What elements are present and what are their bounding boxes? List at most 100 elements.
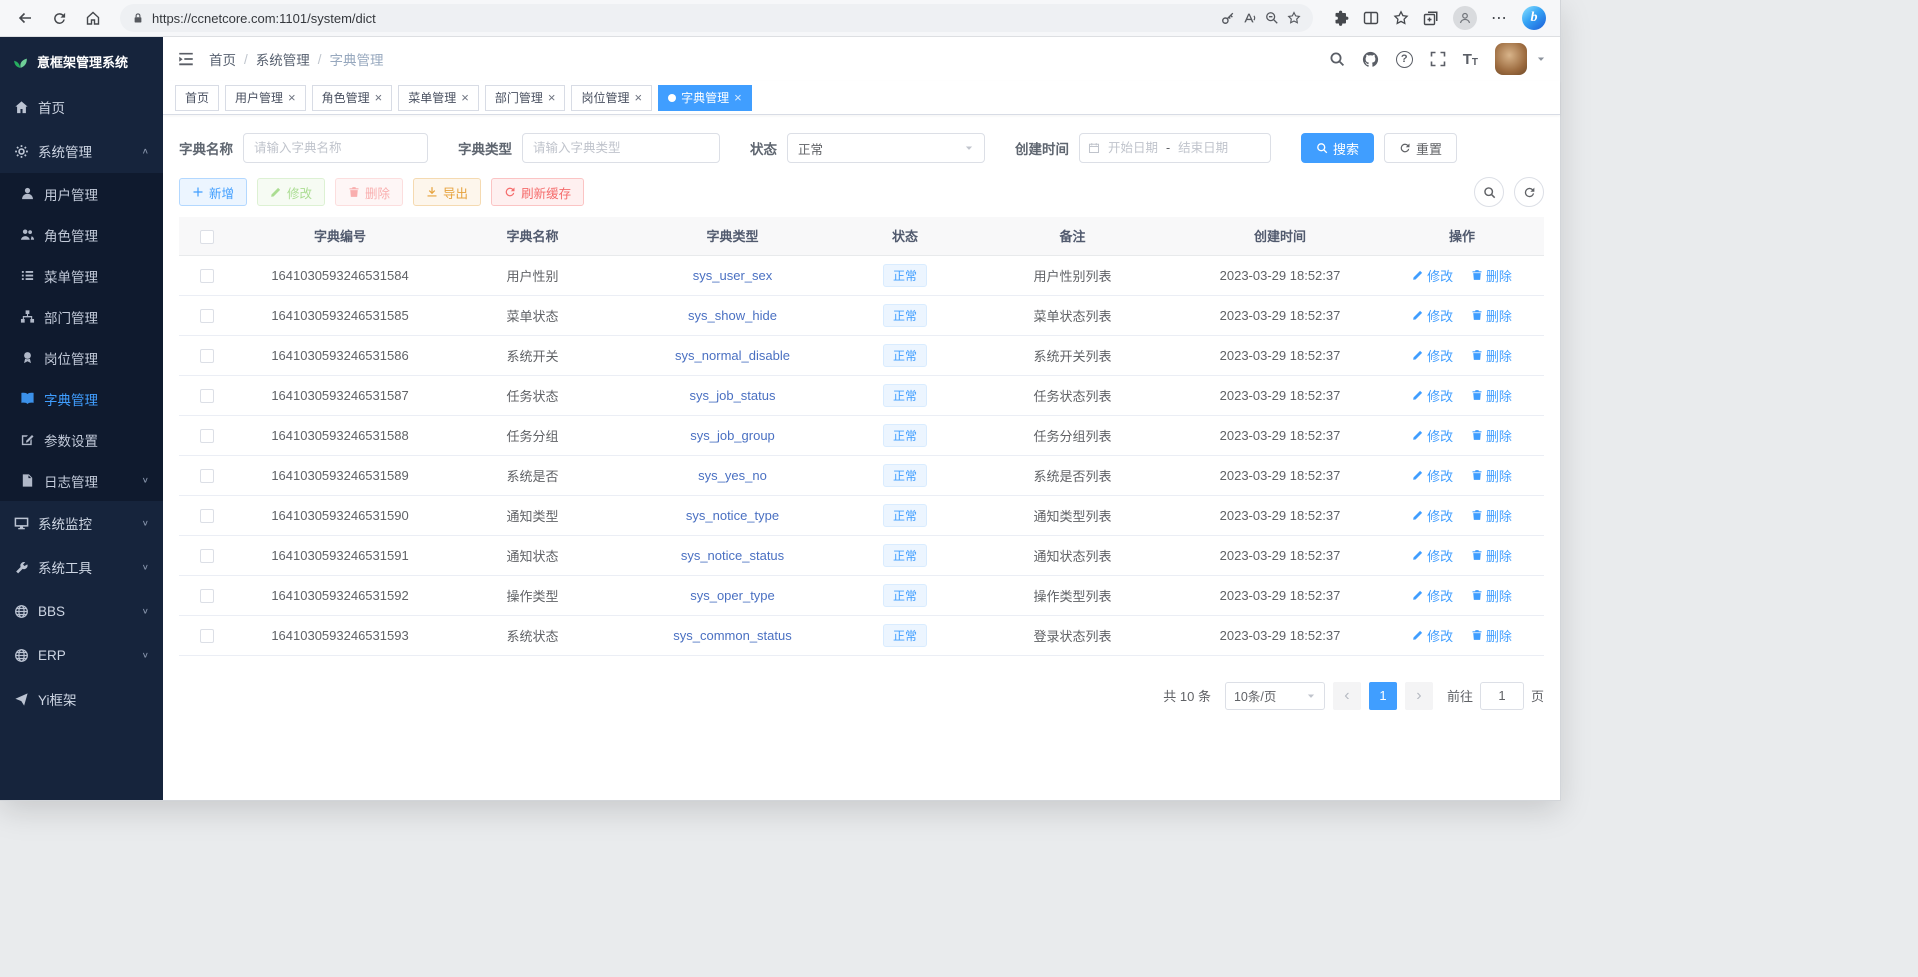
export-button[interactable]: 导出 <box>413 178 481 206</box>
row-checkbox[interactable] <box>200 589 214 603</box>
select-all-checkbox[interactable] <box>200 230 214 244</box>
bing-chat-button[interactable]: b <box>1522 6 1546 30</box>
row-checkbox[interactable] <box>200 269 214 283</box>
row-checkbox[interactable] <box>200 429 214 443</box>
sidebar-item[interactable]: BBS ∨ <box>0 589 163 633</box>
view-tab[interactable]: 字典管理 × <box>658 85 752 111</box>
table-row[interactable]: 1641030593246531590 通知类型 sys_notice_type… <box>179 495 1544 535</box>
row-edit-button[interactable]: 修改 <box>1412 426 1453 445</box>
table-row[interactable]: 1641030593246531593 系统状态 sys_common_stat… <box>179 615 1544 655</box>
password-key-button[interactable] <box>1221 11 1235 25</box>
sidebar-item[interactable]: ERP ∨ <box>0 633 163 677</box>
sidebar-item[interactable]: 字典管理 <box>0 378 163 419</box>
sidebar-item[interactable]: Yi框架 <box>0 677 163 721</box>
tab-close-icon[interactable]: × <box>634 91 642 104</box>
sidebar-item[interactable]: 菜单管理 <box>0 255 163 296</box>
add-favorite-button[interactable] <box>1287 11 1301 25</box>
dict-type-link[interactable]: sys_job_group <box>690 428 775 443</box>
font-size-button[interactable]: TT <box>1463 51 1478 68</box>
row-checkbox[interactable] <box>200 549 214 563</box>
end-date-input[interactable] <box>1174 141 1232 155</box>
app-logo[interactable]: 意框架管理系统 <box>0 37 163 85</box>
tab-close-icon[interactable]: × <box>461 91 469 104</box>
tab-close-icon[interactable]: × <box>288 91 296 104</box>
row-delete-button[interactable]: 删除 <box>1471 586 1512 605</box>
row-checkbox[interactable] <box>200 469 214 483</box>
dict-type-input[interactable] <box>522 133 720 163</box>
sidebar-item[interactable]: 岗位管理 <box>0 337 163 378</box>
breadcrumb-item[interactable]: 首页 <box>209 49 236 69</box>
fullscreen-button[interactable] <box>1430 51 1446 67</box>
dict-type-link[interactable]: sys_normal_disable <box>675 348 790 363</box>
breadcrumb-item[interactable]: 字典管理 <box>330 49 384 69</box>
page-size-select[interactable]: 10条/页 <box>1225 682 1325 710</box>
row-delete-button[interactable]: 删除 <box>1471 466 1512 485</box>
row-delete-button[interactable]: 删除 <box>1471 546 1512 565</box>
table-row[interactable]: 1641030593246531592 操作类型 sys_oper_type 正… <box>179 575 1544 615</box>
dict-type-link[interactable]: sys_notice_status <box>681 548 784 563</box>
header-search-button[interactable] <box>1329 51 1345 67</box>
current-page-button[interactable]: 1 <box>1369 682 1397 710</box>
reload-button[interactable] <box>44 4 74 32</box>
browser-profile-button[interactable] <box>1453 6 1477 30</box>
row-checkbox[interactable] <box>200 389 214 403</box>
tab-close-icon[interactable]: × <box>375 91 383 104</box>
browser-menu-button[interactable]: ⋯ <box>1491 8 1508 28</box>
table-row[interactable]: 1641030593246531587 任务状态 sys_job_status … <box>179 375 1544 415</box>
row-delete-button[interactable]: 删除 <box>1471 626 1512 645</box>
view-tab[interactable]: 菜单管理 × <box>398 85 479 111</box>
refresh-cache-button[interactable]: 刷新缓存 <box>491 178 584 206</box>
dict-type-link[interactable]: sys_user_sex <box>693 268 772 283</box>
refresh-table-button[interactable] <box>1514 177 1544 207</box>
favorites-button[interactable] <box>1393 10 1409 26</box>
row-delete-button[interactable]: 删除 <box>1471 506 1512 525</box>
sidebar-item[interactable]: 角色管理 <box>0 214 163 255</box>
dict-type-link[interactable]: sys_yes_no <box>698 468 767 483</box>
row-delete-button[interactable]: 删除 <box>1471 346 1512 365</box>
url-text[interactable]: https://ccnetcore.com:1101/system/dict <box>152 11 1213 26</box>
sidebar-item[interactable]: 系统工具 ∨ <box>0 545 163 589</box>
avatar-caret-icon[interactable] <box>1536 54 1546 64</box>
row-checkbox[interactable] <box>200 309 214 323</box>
row-edit-button[interactable]: 修改 <box>1412 266 1453 285</box>
date-range-picker[interactable]: - <box>1079 133 1271 163</box>
start-date-input[interactable] <box>1104 141 1162 155</box>
sidebar-item[interactable]: 系统管理 ∧ <box>0 129 163 173</box>
row-edit-button[interactable]: 修改 <box>1412 506 1453 525</box>
prev-page-button[interactable]: ‹ <box>1333 682 1361 710</box>
zoom-button[interactable] <box>1265 11 1279 25</box>
toggle-search-button[interactable] <box>1474 177 1504 207</box>
row-checkbox[interactable] <box>200 629 214 643</box>
row-edit-button[interactable]: 修改 <box>1412 306 1453 325</box>
row-edit-button[interactable]: 修改 <box>1412 586 1453 605</box>
view-tab[interactable]: 角色管理 × <box>312 85 393 111</box>
dict-name-input[interactable] <box>243 133 428 163</box>
extensions-button[interactable] <box>1333 10 1349 26</box>
table-row[interactable]: 1641030593246531584 用户性别 sys_user_sex 正常… <box>179 255 1544 295</box>
add-button[interactable]: 新增 <box>179 178 247 206</box>
dict-type-link[interactable]: sys_notice_type <box>686 508 779 523</box>
row-edit-button[interactable]: 修改 <box>1412 466 1453 485</box>
view-tab[interactable]: 岗位管理 × <box>571 85 652 111</box>
sidebar-item[interactable]: 系统监控 ∨ <box>0 501 163 545</box>
dict-type-link[interactable]: sys_common_status <box>673 628 792 643</box>
table-row[interactable]: 1641030593246531586 系统开关 sys_normal_disa… <box>179 335 1544 375</box>
row-checkbox[interactable] <box>200 349 214 363</box>
row-delete-button[interactable]: 删除 <box>1471 266 1512 285</box>
tab-close-icon[interactable]: × <box>548 91 556 104</box>
edit-button[interactable]: 修改 <box>257 178 325 206</box>
search-button[interactable]: 搜索 <box>1301 133 1374 163</box>
row-delete-button[interactable]: 删除 <box>1471 426 1512 445</box>
sidebar-collapse-button[interactable] <box>177 50 195 68</box>
row-edit-button[interactable]: 修改 <box>1412 626 1453 645</box>
sidebar-item[interactable]: 用户管理 <box>0 173 163 214</box>
sidebar-item[interactable]: 首页 <box>0 85 163 129</box>
address-bar[interactable]: https://ccnetcore.com:1101/system/dict <box>120 4 1313 32</box>
sidebar-item[interactable]: 部门管理 <box>0 296 163 337</box>
breadcrumb-item[interactable]: 系统管理 <box>256 49 310 69</box>
read-aloud-button[interactable] <box>1243 11 1257 25</box>
next-page-button[interactable]: › <box>1405 682 1433 710</box>
view-tab[interactable]: 用户管理 × <box>225 85 306 111</box>
reset-button[interactable]: 重置 <box>1384 133 1457 163</box>
delete-button[interactable]: 删除 <box>335 178 403 206</box>
